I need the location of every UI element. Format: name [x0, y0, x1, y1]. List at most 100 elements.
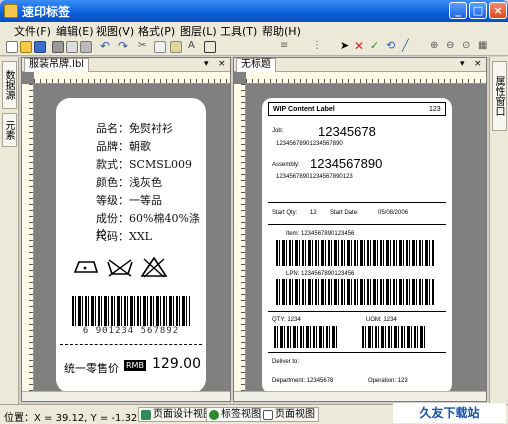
- garment-tag-label[interactable]: 品名：免熨衬衫 品牌：朝歌 款式：SCMSL009 颜色：浅灰色 等级：一等品 …: [56, 98, 206, 393]
- align-icon[interactable]: ≡: [280, 41, 292, 53]
- zoom-fit-icon[interactable]: ⊙: [462, 41, 474, 53]
- start-date-value: 05/08/2006: [378, 210, 409, 216]
- qty-label: QTY: 1234: [272, 317, 301, 323]
- tab-page-view[interactable]: 页面视图: [260, 407, 319, 422]
- assembly-small: 12345678901234567890123: [276, 174, 353, 180]
- label-view-icon: [209, 410, 219, 420]
- distribute-icon[interactable]: ⋮: [312, 41, 324, 53]
- price-label: 统一零售价: [64, 362, 119, 375]
- doc1-menu-icon[interactable]: ▾: [204, 59, 209, 69]
- check-icon[interactable]: ✓: [370, 40, 382, 53]
- size: 尺码：XXL: [96, 230, 152, 243]
- save-icon[interactable]: [34, 41, 46, 53]
- pointer-icon[interactable]: ➤: [340, 40, 352, 53]
- rotate-icon[interactable]: ⟲: [386, 40, 398, 53]
- open-icon[interactable]: [20, 41, 32, 53]
- wip-content-label[interactable]: WIP Content Label 123 Job: 12345678 1234…: [262, 98, 452, 394]
- label-header-title: WIP Content Label: [273, 106, 335, 113]
- cursor-position: 位置：X = 39.12, Y = -1.32: [4, 413, 138, 424]
- operation-label: Operation: 123: [368, 378, 408, 384]
- grid-icon[interactable]: ▦: [478, 41, 490, 53]
- doc2-menu-icon[interactable]: ▾: [460, 59, 465, 69]
- tab-page-view-label: 页面视图: [275, 409, 315, 420]
- minimize-button[interactable]: _: [449, 2, 467, 19]
- text-tool-icon[interactable]: A: [188, 41, 200, 53]
- close-button[interactable]: ×: [489, 2, 507, 19]
- redo-icon[interactable]: ↷: [118, 40, 130, 53]
- menu-view[interactable]: 视图(V): [96, 23, 134, 39]
- menu-file[interactable]: 文件(F): [14, 23, 51, 39]
- deliver-label: Deliver to:: [272, 359, 300, 365]
- doc1-horizontal-ruler: [34, 72, 230, 84]
- line-tool-icon[interactable]: ╱: [402, 40, 414, 53]
- print-preview-icon[interactable]: [66, 41, 78, 53]
- doc2-close-icon[interactable]: ×: [474, 59, 482, 69]
- uom-barcode: [362, 326, 426, 348]
- tab-elements[interactable]: 元素: [2, 113, 17, 147]
- menu-bar: 文件(F) 编辑(E) 视图(V) 格式(P) 图层(L) 工具(T) 帮助(H…: [0, 22, 508, 39]
- doc1-tab[interactable]: 服装吊牌.lbl: [24, 58, 90, 72]
- zoom-in-icon[interactable]: ⊕: [430, 41, 442, 53]
- job-label: Job:: [272, 128, 284, 134]
- currency-badge: RMB: [124, 360, 146, 371]
- menu-tools[interactable]: 工具(T): [220, 23, 257, 39]
- new-icon[interactable]: [6, 41, 18, 53]
- assembly-label: Assembly:: [272, 162, 300, 168]
- no-wash-icon: [107, 259, 133, 277]
- tab-properties[interactable]: 属性窗口: [492, 61, 507, 131]
- window-title: 速印标签: [22, 5, 71, 19]
- barcode-text: 6 901234 567892: [82, 326, 180, 336]
- cut-icon[interactable]: ✂: [138, 41, 150, 53]
- page-design-icon: [141, 410, 151, 420]
- zoom-out-icon[interactable]: ⊖: [446, 41, 458, 53]
- document-window-2: 无标题 ▾ × WIP Content Label 123 Job: 12345…: [233, 57, 487, 402]
- menu-format[interactable]: 格式(P): [138, 23, 175, 39]
- doc2-horizontal-ruler: [246, 72, 486, 84]
- product-name: 品名：免熨衬衫: [96, 122, 173, 135]
- brand: 品牌：朝歌: [96, 140, 151, 153]
- doc2-tab[interactable]: 无标题: [236, 58, 276, 72]
- department-label: Department: 12345678: [272, 378, 334, 384]
- item-label: Item: 1234567890123456: [286, 231, 355, 237]
- maximize-button[interactable]: □: [469, 2, 487, 19]
- undo-icon[interactable]: ↶: [100, 40, 112, 53]
- app-icon: [4, 4, 18, 18]
- doc2-vertical-ruler: [234, 84, 246, 393]
- document-window-1: 服装吊牌.lbl ▾ × 品名：免熨衬衫 品牌：朝歌 款式：SCMSL009 颜…: [21, 57, 231, 402]
- page-setup-icon[interactable]: [80, 41, 92, 53]
- delete-icon[interactable]: ✕: [354, 40, 366, 53]
- doc1-horizontal-scrollbar[interactable]: [22, 391, 230, 401]
- style: 款式：SCMSL009: [96, 158, 193, 171]
- divider-1: [268, 202, 446, 203]
- tab-label-view[interactable]: 标签视图: [206, 407, 265, 422]
- divider-3: [268, 311, 446, 312]
- doc1-tab-row: 服装吊牌.lbl ▾ ×: [22, 58, 230, 72]
- left-panel-bar: 数据源 元素: [0, 57, 19, 407]
- product-barcode: [72, 296, 190, 326]
- start-qty-label: Start Qty:: [272, 210, 298, 216]
- paste-icon[interactable]: [170, 41, 182, 53]
- tag-divider: [60, 344, 202, 345]
- label-header-box: WIP Content Label 123: [268, 102, 446, 116]
- price-value: 129.00: [152, 356, 201, 372]
- divider-4: [268, 352, 446, 353]
- divider-2: [268, 224, 446, 225]
- doc2-horizontal-scrollbar[interactable]: [234, 391, 486, 401]
- assembly-value: 1234567890: [310, 156, 383, 171]
- copy-icon[interactable]: [154, 41, 166, 53]
- rect-tool-icon[interactable]: [204, 41, 216, 53]
- menu-edit[interactable]: 编辑(E): [56, 23, 94, 39]
- menu-help[interactable]: 帮助(H): [262, 23, 301, 39]
- print-icon[interactable]: [52, 41, 64, 53]
- toolbar: ↶ ↷ ✂ A ≡ ⋮ ➤ ✕ ✓ ⟲ ╱ ⊕ ⊖ ⊙ ▦: [0, 39, 508, 56]
- qty-barcode: [274, 326, 338, 348]
- uom-label: UOM: 1234: [366, 317, 397, 323]
- color: 颜色：浅灰色: [96, 176, 162, 189]
- start-date-label: Start Date:: [330, 210, 359, 216]
- lpn-barcode: [276, 279, 434, 305]
- tab-data-source[interactable]: 数据源: [2, 61, 17, 109]
- doc1-close-icon[interactable]: ×: [218, 59, 226, 69]
- menu-layer[interactable]: 图层(L): [180, 23, 217, 39]
- lpn-label: LPN: 1234567890123456: [286, 271, 355, 277]
- iron-icon: [73, 261, 99, 273]
